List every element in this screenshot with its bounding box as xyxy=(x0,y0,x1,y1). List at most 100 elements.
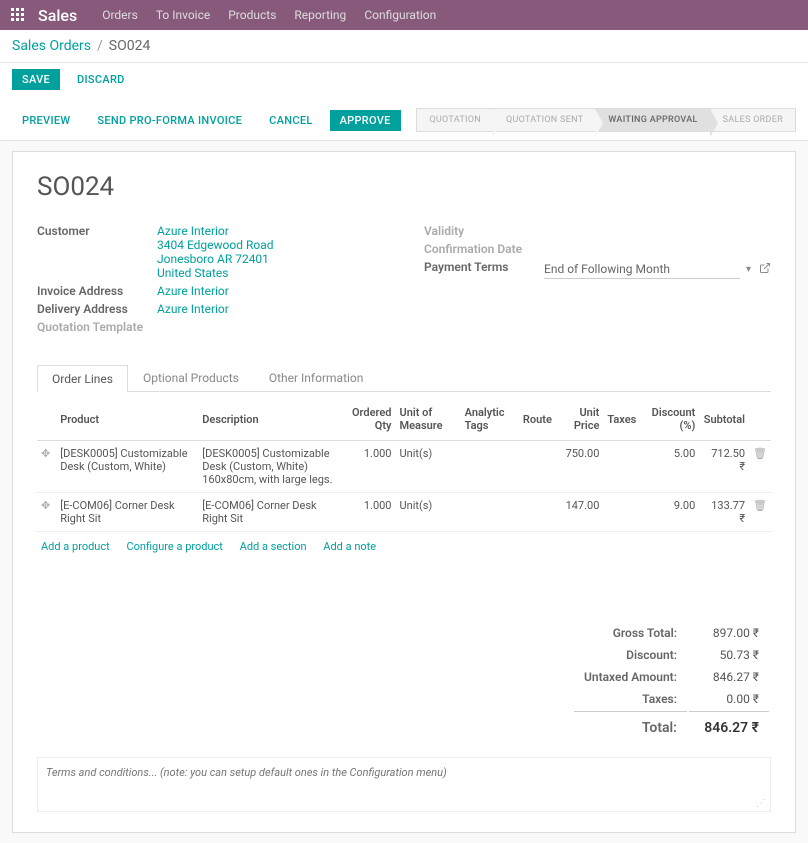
breadcrumb-current: SO024 xyxy=(109,38,151,54)
cell-qty[interactable]: 1.000 xyxy=(340,441,395,493)
order-lines-table: Product Description Ordered Qty Unit of … xyxy=(37,398,771,532)
quotation-template-label: Quotation Template xyxy=(37,320,157,334)
cell-route[interactable] xyxy=(519,493,556,532)
invoice-addr-link[interactable]: Azure Interior xyxy=(157,284,229,298)
save-discard-bar: SAVE DISCARD xyxy=(0,63,808,100)
grand-total-value: 846.27 ₹ xyxy=(689,711,769,739)
customer-label: Customer xyxy=(37,224,157,280)
discount-total-label: Discount: xyxy=(574,645,687,665)
breadcrumb-root[interactable]: Sales Orders xyxy=(12,38,91,54)
table-row[interactable]: ✥[DESK0005] Customizable Desk (Custom, W… xyxy=(37,441,771,493)
cell-uom[interactable]: Unit(s) xyxy=(396,493,461,532)
taxes-total-label: Taxes: xyxy=(574,689,687,709)
cell-description[interactable]: [DESK0005] Customizable Desk (Custom, Wh… xyxy=(198,441,340,493)
page-title: SO024 xyxy=(37,172,771,202)
status-quotation[interactable]: QUOTATION xyxy=(416,108,494,132)
cell-discount[interactable]: 9.00 xyxy=(640,493,699,532)
tab-optional-products[interactable]: Optional Products xyxy=(128,364,254,391)
delivery-addr-link[interactable]: Azure Interior xyxy=(157,302,229,316)
workflow-bar: PREVIEW SEND PRO-FORMA INVOICE CANCEL AP… xyxy=(0,100,808,141)
nav-configuration[interactable]: Configuration xyxy=(364,8,436,22)
form-sheet: SO024 Customer Azure Interior 3404 Edgew… xyxy=(12,151,796,833)
tab-order-lines[interactable]: Order Lines xyxy=(37,365,128,392)
cell-discount[interactable]: 5.00 xyxy=(640,441,699,493)
cell-uom[interactable]: Unit(s) xyxy=(396,441,461,493)
cell-analytic[interactable] xyxy=(461,441,519,493)
discount-total-value: 50.73 ₹ xyxy=(689,645,769,665)
cell-qty[interactable]: 1.000 xyxy=(340,493,395,532)
th-taxes: Taxes xyxy=(603,398,640,441)
configure-product-link[interactable]: Configure a product xyxy=(126,540,222,553)
customer-link[interactable]: Azure Interior xyxy=(157,224,229,238)
customer-addr-3: United States xyxy=(157,266,384,280)
status-quotation-sent[interactable]: QUOTATION SENT xyxy=(493,108,596,132)
invoice-addr-label: Invoice Address xyxy=(37,284,157,298)
validity-label: Validity xyxy=(424,224,544,238)
terms-box: ⋰ xyxy=(37,757,771,812)
breadcrumb: Sales Orders / SO024 xyxy=(0,30,808,63)
trash-icon[interactable]: 🗑 xyxy=(749,441,771,493)
cell-price[interactable]: 147.00 xyxy=(556,493,604,532)
apps-grid-icon[interactable] xyxy=(10,7,26,23)
th-discount: Discount (%) xyxy=(640,398,699,441)
chevron-down-icon[interactable]: ▾ xyxy=(746,264,751,275)
customer-addr-2: Jonesboro AR 72401 xyxy=(157,252,384,266)
trash-icon[interactable]: 🗑 xyxy=(749,493,771,532)
cell-taxes[interactable] xyxy=(603,441,640,493)
nav-products[interactable]: Products xyxy=(228,8,276,22)
sheet-tabs: Order Lines Optional Products Other Info… xyxy=(37,364,771,392)
tab-other-information[interactable]: Other Information xyxy=(254,364,379,391)
cell-subtotal: 712.50 ₹ xyxy=(699,441,749,493)
cancel-button[interactable]: CANCEL xyxy=(259,110,322,131)
payment-terms-label: Payment Terms xyxy=(424,260,544,279)
customer-addr-1: 3404 Edgewood Road xyxy=(157,238,384,252)
terms-textarea[interactable] xyxy=(46,766,762,800)
preview-button[interactable]: PREVIEW xyxy=(12,110,80,131)
cell-subtotal: 133.77 ₹ xyxy=(699,493,749,532)
table-row[interactable]: ✥[E-COM06] Corner Desk Right Sit[E-COM06… xyxy=(37,493,771,532)
nav-orders[interactable]: Orders xyxy=(102,8,138,22)
drag-handle-icon[interactable]: ✥ xyxy=(37,441,56,493)
th-subtotal: Subtotal xyxy=(699,398,749,441)
form-header: Customer Azure Interior 3404 Edgewood Ro… xyxy=(37,224,771,338)
th-route: Route xyxy=(519,398,556,441)
totals-block: Gross Total:897.00 ₹ Discount:50.73 ₹ Un… xyxy=(37,621,771,741)
th-ordered-qty: Ordered Qty xyxy=(340,398,395,441)
top-navbar: Sales Orders To Invoice Products Reporti… xyxy=(0,0,808,30)
th-product: Product xyxy=(56,398,198,441)
drag-handle-icon[interactable]: ✥ xyxy=(37,493,56,532)
gross-total-value: 897.00 ₹ xyxy=(689,623,769,643)
send-proforma-button[interactable]: SEND PRO-FORMA INVOICE xyxy=(87,110,252,131)
add-note-link[interactable]: Add a note xyxy=(323,540,376,553)
gross-total-label: Gross Total: xyxy=(574,623,687,643)
cell-description[interactable]: [E-COM06] Corner Desk Right Sit xyxy=(198,493,340,532)
cell-product[interactable]: [E-COM06] Corner Desk Right Sit xyxy=(56,493,198,532)
add-product-link[interactable]: Add a product xyxy=(41,540,110,553)
cell-taxes[interactable] xyxy=(603,493,640,532)
cell-product[interactable]: [DESK0005] Customizable Desk (Custom, Wh… xyxy=(56,441,198,493)
approve-button[interactable]: APPROVE xyxy=(330,110,401,131)
external-link-icon[interactable] xyxy=(759,262,771,277)
app-brand[interactable]: Sales xyxy=(38,6,77,25)
th-unit-price: Unit Price xyxy=(556,398,604,441)
cell-route[interactable] xyxy=(519,441,556,493)
cell-price[interactable]: 750.00 xyxy=(556,441,604,493)
confirm-date-label: Confirmation Date xyxy=(424,242,544,256)
th-analytic: Analytic Tags xyxy=(461,398,519,441)
discard-button[interactable]: DISCARD xyxy=(67,69,135,90)
add-links-row: Add a product Configure a product Add a … xyxy=(37,532,771,561)
untaxed-label: Untaxed Amount: xyxy=(574,667,687,687)
cell-analytic[interactable] xyxy=(461,493,519,532)
payment-terms-input[interactable] xyxy=(544,260,740,279)
add-section-link[interactable]: Add a section xyxy=(240,540,307,553)
nav-to-invoice[interactable]: To Invoice xyxy=(156,8,210,22)
th-uom: Unit of Measure xyxy=(396,398,461,441)
save-button[interactable]: SAVE xyxy=(12,69,60,90)
status-sales-order[interactable]: SALES ORDER xyxy=(710,108,796,132)
nav-reporting[interactable]: Reporting xyxy=(294,8,346,22)
th-description: Description xyxy=(198,398,340,441)
status-waiting-approval[interactable]: WAITING APPROVAL xyxy=(595,108,710,132)
delivery-addr-label: Delivery Address xyxy=(37,302,157,316)
resize-handle-icon[interactable]: ⋰ xyxy=(756,798,766,809)
grand-total-label: Total: xyxy=(574,711,687,739)
